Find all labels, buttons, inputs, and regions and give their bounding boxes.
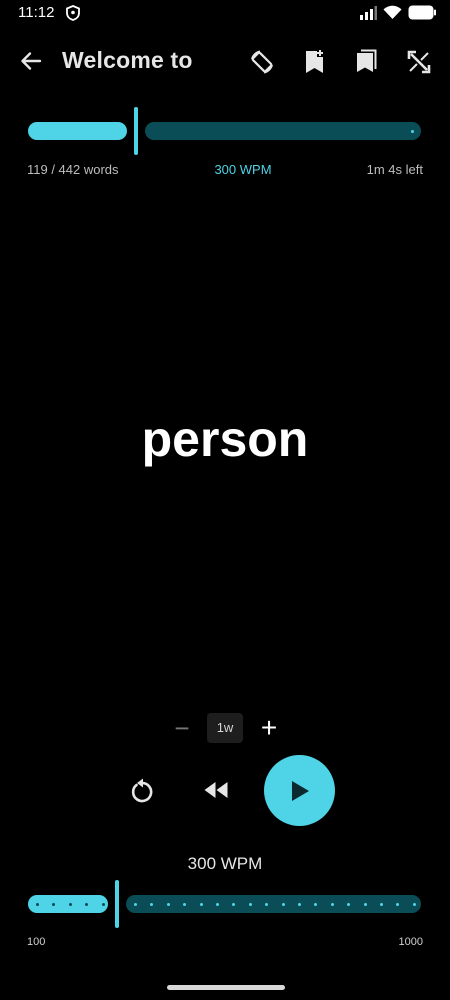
- speed-tick-dot: [364, 902, 367, 906]
- speed-max-label: 1000: [398, 936, 423, 948]
- progress-track-active: [28, 122, 127, 140]
- increase-chunk-button[interactable]: +: [257, 713, 281, 743]
- speed-track-active: [28, 895, 108, 913]
- speed-tick-dot: [52, 902, 55, 906]
- current-word: person: [141, 411, 309, 467]
- speed-tick-dot: [36, 902, 39, 906]
- shield-icon: [66, 5, 80, 26]
- back-arrow-icon: [21, 52, 42, 70]
- signal-icon: [359, 5, 377, 25]
- speed-tick-dot: [413, 902, 416, 906]
- speed-tick-dot: [347, 902, 350, 906]
- speed-tick-dot: [265, 902, 268, 906]
- speed-min-label: 100: [27, 936, 46, 948]
- bookmarks-icon: [357, 49, 377, 72]
- speed-tick-dot: [69, 902, 72, 906]
- speed-tick-dot: [396, 902, 399, 906]
- play-icon: [291, 780, 309, 801]
- track-end-dot: [411, 129, 414, 133]
- speed-tick-dot: [331, 902, 334, 906]
- status-time: 11:12: [18, 4, 55, 21]
- rotate-screen-button[interactable]: [245, 45, 279, 79]
- decrease-chunk-button[interactable]: −: [170, 713, 194, 743]
- bookmarks-button[interactable]: [349, 45, 383, 79]
- speed-tick-dot: [298, 902, 301, 906]
- speed-tick-dot: [216, 902, 219, 906]
- home-indicator[interactable]: [167, 985, 285, 990]
- speed-tick-dot: [380, 902, 383, 906]
- rewind-icon: [204, 782, 228, 798]
- speed-tick-dot: [282, 902, 285, 906]
- speed-tick-dot: [102, 902, 105, 906]
- chunk-size-value: 1w: [207, 713, 243, 743]
- bookmark-add-icon: [306, 50, 323, 73]
- speed-track-inactive: [126, 895, 421, 913]
- status-icons: [359, 5, 436, 25]
- progress-slider[interactable]: [28, 107, 421, 155]
- time-left: 1m 4s left: [366, 162, 423, 177]
- speed-thumb[interactable]: [115, 880, 119, 928]
- speed-tick-dot: [150, 902, 153, 906]
- page-title: Welcome to: [62, 47, 193, 73]
- progress-thumb[interactable]: [134, 107, 138, 155]
- speed-tick-dot: [200, 902, 203, 906]
- restart-button[interactable]: [124, 772, 160, 808]
- speed-tick-dot: [85, 902, 88, 906]
- fullscreen-button[interactable]: [402, 45, 436, 79]
- progress-track-inactive: [145, 122, 421, 140]
- speed-tick-dot: [249, 902, 252, 906]
- replay-icon: [131, 778, 153, 803]
- fullscreen-icon: [407, 50, 431, 74]
- speed-tick-dot: [183, 902, 186, 906]
- speed-tick-dot: [167, 902, 170, 906]
- add-bookmark-button[interactable]: [297, 45, 331, 79]
- wifi-icon: [383, 5, 402, 25]
- back-button[interactable]: [16, 46, 46, 76]
- battery-icon: [408, 5, 436, 25]
- play-button[interactable]: [264, 755, 335, 826]
- speed-tick-dot: [314, 902, 317, 906]
- speed-tick-dot: [134, 902, 137, 906]
- rewind-button[interactable]: [198, 772, 234, 808]
- speed-tick-dot: [232, 902, 235, 906]
- speed-slider[interactable]: [28, 880, 421, 928]
- speed-label: 300 WPM: [187, 854, 263, 873]
- screen-rotation-icon: [251, 50, 273, 74]
